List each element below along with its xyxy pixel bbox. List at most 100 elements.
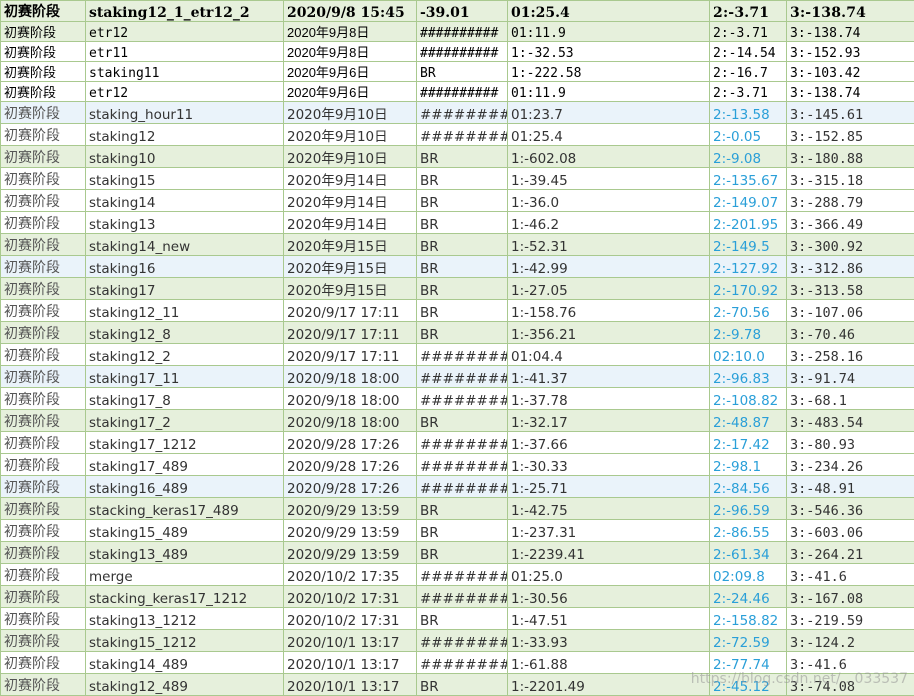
cell[interactable]: BR: [417, 234, 508, 256]
cell[interactable]: 初赛阶段: [1, 22, 86, 42]
cell[interactable]: 初赛阶段: [1, 124, 86, 146]
cell[interactable]: 2020年9月8日: [284, 42, 417, 62]
cell[interactable]: 1:-46.2: [508, 212, 710, 234]
cell[interactable]: BR: [417, 278, 508, 300]
cell[interactable]: 2020/9/29 13:59: [284, 498, 417, 520]
cell[interactable]: 初赛阶段: [1, 146, 86, 168]
cell[interactable]: 01:23.7: [508, 102, 710, 124]
cell[interactable]: 2:-61.34: [710, 542, 787, 564]
cell[interactable]: 初赛阶段: [1, 454, 86, 476]
cell[interactable]: staking17_8: [86, 388, 284, 410]
cell[interactable]: etr12: [86, 22, 284, 42]
cell[interactable]: #########: [417, 454, 508, 476]
cell[interactable]: 3:-546.36: [787, 498, 914, 520]
cell[interactable]: staking16_489: [86, 476, 284, 498]
cell[interactable]: 1:-25.71: [508, 476, 710, 498]
cell[interactable]: etr11: [86, 42, 284, 62]
cell[interactable]: 2020/9/8 15:45: [284, 1, 417, 22]
cell[interactable]: 2020年9月15日: [284, 234, 417, 256]
cell[interactable]: 2:-48.87: [710, 410, 787, 432]
cell[interactable]: BR: [417, 168, 508, 190]
cell[interactable]: staking_hour11: [86, 102, 284, 124]
cell[interactable]: 01:25.4: [508, 1, 710, 22]
cell[interactable]: #########: [417, 630, 508, 652]
cell[interactable]: ##########: [417, 42, 508, 62]
cell[interactable]: BR: [417, 520, 508, 542]
cell[interactable]: 1:-37.78: [508, 388, 710, 410]
cell[interactable]: 3:-138.74: [787, 22, 914, 42]
cell[interactable]: 2020年9月6日: [284, 62, 417, 82]
cell[interactable]: 初赛阶段: [1, 256, 86, 278]
cell[interactable]: 2020年9月14日: [284, 190, 417, 212]
cell[interactable]: 3:-124.2: [787, 630, 914, 652]
cell[interactable]: 1:-47.51: [508, 608, 710, 630]
cell[interactable]: 3:-138.74: [787, 1, 914, 22]
cell[interactable]: -39.01: [417, 1, 508, 22]
cell[interactable]: BR: [417, 300, 508, 322]
cell[interactable]: 1:-27.05: [508, 278, 710, 300]
cell[interactable]: 01:04.4: [508, 344, 710, 366]
cell[interactable]: 初赛阶段: [1, 322, 86, 344]
cell[interactable]: 2:-77.74: [710, 652, 787, 674]
cell[interactable]: 1:-32.17: [508, 410, 710, 432]
cell[interactable]: 2020/10/1 13:17: [284, 652, 417, 674]
cell[interactable]: 2020/9/18 18:00: [284, 410, 417, 432]
cell[interactable]: 3:-48.91: [787, 476, 914, 498]
cell[interactable]: 初赛阶段: [1, 410, 86, 432]
cell[interactable]: staking12_8: [86, 322, 284, 344]
cell[interactable]: stacking_keras17_489: [86, 498, 284, 520]
cell[interactable]: 初赛阶段: [1, 388, 86, 410]
cell[interactable]: 3:-70.46: [787, 322, 914, 344]
cell[interactable]: 初赛阶段: [1, 234, 86, 256]
cell[interactable]: 初赛阶段: [1, 42, 86, 62]
cell[interactable]: staking13_1212: [86, 608, 284, 630]
cell[interactable]: staking14_new: [86, 234, 284, 256]
cell[interactable]: 1:-36.0: [508, 190, 710, 212]
cell[interactable]: ##########: [417, 82, 508, 102]
cell[interactable]: staking12_489: [86, 674, 284, 696]
cell[interactable]: 3:-258.16: [787, 344, 914, 366]
cell[interactable]: 初赛阶段: [1, 564, 86, 586]
cell[interactable]: 01:25.0: [508, 564, 710, 586]
cell[interactable]: 01:25.4: [508, 124, 710, 146]
cell[interactable]: staking13_489: [86, 542, 284, 564]
cell[interactable]: 2:-9.08: [710, 146, 787, 168]
cell[interactable]: 2:-3.71: [710, 82, 787, 102]
cell[interactable]: 1:-158.76: [508, 300, 710, 322]
cell[interactable]: BR: [417, 212, 508, 234]
cell[interactable]: 1:-30.56: [508, 586, 710, 608]
cell[interactable]: 初赛阶段: [1, 344, 86, 366]
cell[interactable]: 2020/9/17 17:11: [284, 300, 417, 322]
cell[interactable]: 2020/9/18 18:00: [284, 366, 417, 388]
cell[interactable]: 初赛阶段: [1, 608, 86, 630]
cell[interactable]: staking12_1_etr12_2: [86, 1, 284, 22]
cell[interactable]: 2020年9月10日: [284, 146, 417, 168]
cell[interactable]: 2020/10/2 17:35: [284, 564, 417, 586]
cell[interactable]: 初赛阶段: [1, 542, 86, 564]
cell[interactable]: 2:-86.55: [710, 520, 787, 542]
cell[interactable]: 3:-288.79: [787, 190, 914, 212]
cell[interactable]: 3:-107.06: [787, 300, 914, 322]
cell[interactable]: BR: [417, 608, 508, 630]
cell[interactable]: staking11: [86, 62, 284, 82]
cell[interactable]: 初赛阶段: [1, 82, 86, 102]
cell[interactable]: 3:-41.6: [787, 564, 914, 586]
cell[interactable]: 2:-3.71: [710, 1, 787, 22]
cell[interactable]: #########: [417, 344, 508, 366]
cell[interactable]: staking17_1212: [86, 432, 284, 454]
cell[interactable]: 3:-366.49: [787, 212, 914, 234]
cell[interactable]: 初赛阶段: [1, 300, 86, 322]
cell[interactable]: 2:-45.12: [710, 674, 787, 696]
cell[interactable]: 2020/9/29 13:59: [284, 542, 417, 564]
cell[interactable]: #########: [417, 388, 508, 410]
cell[interactable]: BR: [417, 542, 508, 564]
cell[interactable]: #########: [417, 366, 508, 388]
cell[interactable]: 2020年9月10日: [284, 102, 417, 124]
cell[interactable]: #########: [417, 102, 508, 124]
cell[interactable]: #########: [417, 124, 508, 146]
cell[interactable]: 2:-17.42: [710, 432, 787, 454]
cell[interactable]: staking12_2: [86, 344, 284, 366]
cell[interactable]: BR: [417, 322, 508, 344]
cell[interactable]: BR: [417, 498, 508, 520]
cell[interactable]: 初赛阶段: [1, 652, 86, 674]
